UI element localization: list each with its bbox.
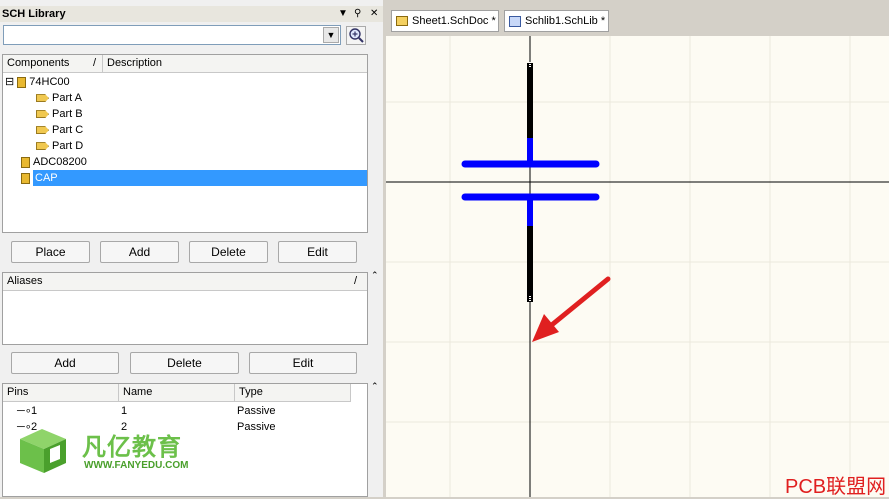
pins-header: Pins Name Type [3,384,351,402]
aliases-collapse-icon[interactable]: ⌃ [371,270,379,281]
magnifier-plus-icon [349,28,364,43]
add-alias-button[interactable]: Add [11,352,119,374]
name-column-header[interactable]: Name [119,384,235,401]
tree-row-74hc00[interactable]: ⊟ 74HC00 [5,74,70,90]
corner-watermark-text: PCB联盟网 [785,476,887,498]
close-panel-icon[interactable]: ✕ [370,6,378,22]
filter-search-button[interactable] [346,26,366,45]
component-filter-input[interactable] [3,25,341,45]
tree-row-part-d[interactable]: Part D [36,138,83,154]
panel-title: SCH Library [2,8,66,20]
part-icon [36,142,49,151]
pin-icon: ─∘ [17,405,32,417]
canvas-drawing [386,36,889,497]
tree-row-cap[interactable]: CAP [21,170,367,186]
sort-indicator-icon: / [353,275,357,287]
aliases-header[interactable]: Aliases / [3,273,367,291]
chevron-down-icon: ▼ [326,30,336,40]
component-book-icon [17,76,27,88]
part-icon [36,94,49,103]
sort-indicator-icon: / [92,57,96,69]
description-column-header[interactable]: Description [103,55,367,72]
edit-component-button[interactable]: Edit [278,241,357,263]
components-list: Components / Description ⊟ 74HC00 Part A… [2,54,368,233]
pins-collapse-icon[interactable]: ⌃ [371,381,379,392]
place-button[interactable]: Place [11,241,90,263]
annotation-arrow-icon [532,314,559,342]
component-book-icon [21,172,30,184]
pin-row[interactable]: ─∘1 1 Passive [17,403,357,419]
filter-dropdown-button[interactable]: ▼ [323,27,339,43]
tab-schlib1-schlib[interactable]: Schlib1.SchLib * [504,10,609,32]
fanyedu-cube-logo-icon [20,429,66,473]
panel-title-bar: SCH Library [0,6,383,22]
aliases-list: Aliases / [2,272,368,345]
part-icon [36,110,49,119]
fanyedu-watermark-logo: 凡亿教育 WWW.FANYEDU.COM [16,425,216,475]
collapse-icon[interactable]: ⊟ [5,76,14,88]
schematic-doc-icon [396,16,408,27]
schematic-library-icon [509,15,521,27]
add-component-button[interactable]: Add [100,241,179,263]
brand-url-text: WWW.FANYEDU.COM [84,460,189,471]
delete-alias-button[interactable]: Delete [130,352,239,374]
tree-row-part-b[interactable]: Part B [36,106,83,122]
components-list-header: Components / Description [3,55,367,73]
pin-panel-icon[interactable]: ⚲ [354,6,361,22]
brand-chinese-text: 凡亿教育 [82,434,182,461]
tree-row-part-c[interactable]: Part C [36,122,83,138]
panel-menu-icon[interactable]: ▼ [338,6,348,22]
delete-component-button[interactable]: Delete [189,241,268,263]
schematic-library-canvas[interactable] [386,36,889,497]
component-book-icon [21,156,30,168]
tree-row-adc08200[interactable]: ADC08200 [21,154,87,170]
edit-alias-button[interactable]: Edit [249,352,357,374]
part-icon [36,126,49,135]
components-column-header[interactable]: Components / [3,55,103,72]
type-column-header[interactable]: Type [235,384,351,401]
pins-column-header[interactable]: Pins [3,384,119,401]
tab-sheet1-schdoc[interactable]: Sheet1.SchDoc * [391,10,499,32]
tree-row-part-a[interactable]: Part A [36,90,82,106]
annotation-arrow-shaft [545,276,611,331]
